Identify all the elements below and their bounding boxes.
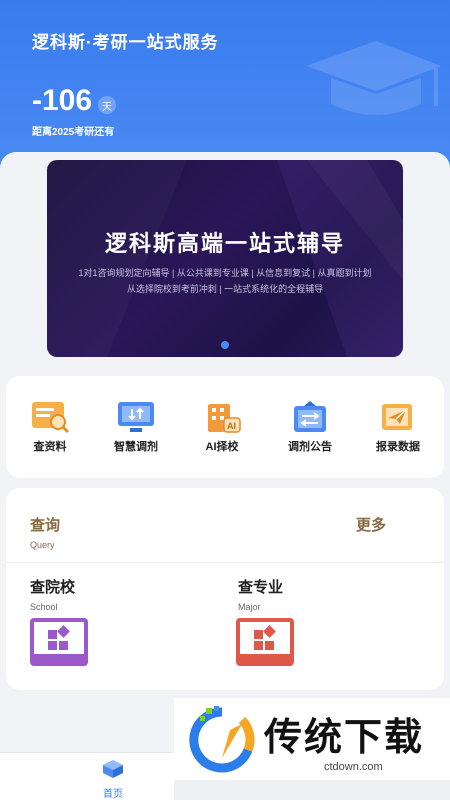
countdown: -106 天 (32, 84, 117, 118)
query-major-title[interactable]: 查专业 (238, 576, 283, 597)
watermark-domain: ctdown.com (324, 761, 383, 773)
banner-subtitle-line1: 1对1咨询规划定向辅导 | 从公共课到专业课 | 从信息到复试 | 从真题到计划 (78, 268, 372, 278)
function-label: 调剂公告 (288, 441, 332, 453)
more-button[interactable]: 更多 (356, 514, 386, 535)
function-admission-data[interactable]: 报录数据 (358, 400, 438, 454)
function-ai-school[interactable]: AI AI择校 (182, 400, 262, 454)
query-school-title[interactable]: 查院校 (30, 576, 75, 597)
banner-decoration (277, 160, 403, 357)
monitor-transfer-icon (118, 402, 154, 432)
query-title: 查询 (30, 517, 61, 534)
announcement-transfer-icon (294, 401, 326, 432)
graduation-cap-icon (306, 41, 441, 115)
function-transfer-notice[interactable]: 调剂公告 (270, 400, 350, 454)
query-major-subtitle: Major (238, 602, 261, 612)
function-label: 查资料 (33, 441, 67, 453)
function-label: 报录数据 (376, 441, 420, 453)
function-grid: 查资料 智慧调剂 AI AI择校 调剂公告 报录数据 (6, 376, 444, 478)
banner-carousel[interactable]: 逻科斯高端一站式辅导 1对1咨询规划定向辅导 | 从公共课到专业课 | 从信息到… (47, 160, 403, 357)
function-label: AI择校 (205, 441, 239, 453)
banner-title: 逻科斯高端一站式辅导 (104, 231, 345, 256)
countdown-label: 距离2025考研还有 (32, 127, 115, 138)
svg-text:AI: AI (227, 421, 236, 431)
school-grid-icon[interactable] (30, 618, 88, 666)
tab-home[interactable]: 首页 (88, 759, 138, 800)
tab-home-label: 首页 (103, 789, 123, 800)
home-cube-icon (103, 760, 123, 778)
function-smart-transfer[interactable]: 智慧调剂 (96, 400, 176, 454)
major-grid-icon[interactable] (236, 618, 294, 666)
app-title: 逻科斯·考研一站式服务 (32, 33, 219, 52)
watermark: 传统下载 ctdown.com (174, 698, 450, 780)
carousel-indicator-dot[interactable] (221, 341, 229, 349)
watermark-logo (189, 706, 255, 773)
countdown-unit: 天 (98, 96, 117, 114)
function-search-materials[interactable]: 查资料 (10, 400, 90, 454)
main-content: 逻科斯高端一站式辅导 1对1咨询规划定向辅导 | 从公共课到专业课 | 从信息到… (0, 152, 450, 752)
data-paper-plane-icon (382, 404, 412, 430)
watermark-text: 传统下载 (264, 717, 425, 759)
search-document-icon (32, 402, 70, 434)
ai-building-icon: AI (208, 404, 241, 433)
banner-subtitle-line2: 从选择院校到考前冲刺 | 一站式系统化的全程辅导 (126, 284, 324, 294)
function-label: 智慧调剂 (114, 441, 158, 453)
header: 逻科斯·考研一站式服务 -106 天 距离2025考研还有 (0, 0, 450, 175)
query-school-subtitle: School (30, 602, 58, 612)
bottom-tab-bar: 首页 (0, 752, 174, 800)
query-subtitle: Query (30, 540, 55, 550)
query-section: 查询 Query 更多 查院校 School 查专业 Major (6, 488, 444, 690)
divider (6, 562, 444, 563)
countdown-value: -106 (32, 84, 93, 117)
